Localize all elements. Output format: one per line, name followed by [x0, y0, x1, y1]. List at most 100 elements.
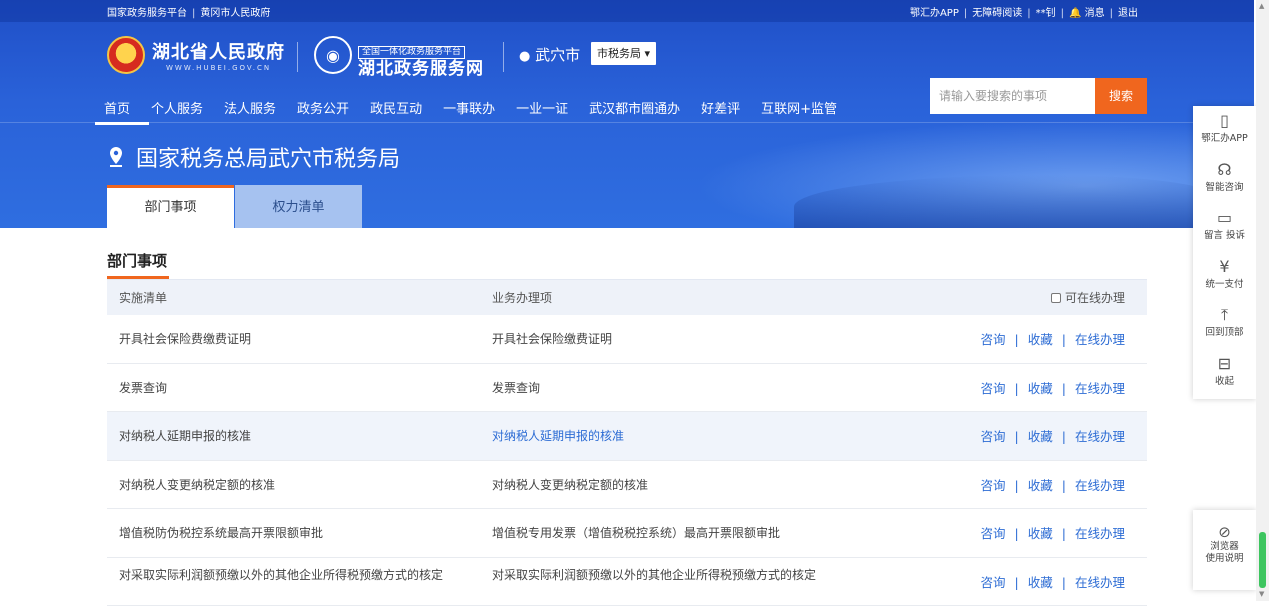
gov-name: 湖北省人民政府: [152, 38, 285, 64]
search-button[interactable]: 搜索: [1095, 78, 1147, 114]
row-list-name[interactable]: 增值税防伪税控系统最高开票限额审批: [107, 524, 492, 541]
online-handle-link[interactable]: 在线办理: [1075, 381, 1125, 396]
side-top-label: 回到顶部: [1205, 327, 1243, 338]
side-collapse[interactable]: ⊟ 收起: [1193, 349, 1256, 398]
national-platform-link[interactable]: 国家政务服务平台: [107, 8, 187, 19]
favorite-link[interactable]: 收藏: [1028, 526, 1053, 541]
online-handle-link[interactable]: 在线办理: [1075, 575, 1125, 590]
nav-evaluation[interactable]: 好差评: [701, 98, 740, 117]
nav-legal[interactable]: 法人服务: [224, 98, 276, 117]
nav-interaction[interactable]: 政民互动: [370, 98, 422, 117]
consult-link[interactable]: 咨询: [981, 381, 1006, 396]
favorite-link[interactable]: 收藏: [1028, 332, 1053, 347]
favorite-link[interactable]: 收藏: [1028, 575, 1053, 590]
table-body: 开具社会保险费缴费证明开具社会保险缴费证明咨询|收藏|在线办理发票查询发票查询咨…: [107, 315, 1147, 606]
row-item-name[interactable]: 对纳税人延期申报的核准: [492, 427, 932, 444]
nav-one-matter[interactable]: 一事联办: [443, 98, 495, 117]
row-list-name[interactable]: 发票查询: [107, 379, 492, 396]
favorite-link[interactable]: 收藏: [1028, 478, 1053, 493]
header-banner: 国家政务服务平台|黄冈市人民政府 鄂汇办APP|无障碍阅读|**钊|🔔 消息|退…: [0, 0, 1254, 228]
row-actions: 咨询|收藏|在线办理: [932, 572, 1147, 591]
side-app[interactable]: ▯鄂汇办APP: [1193, 106, 1256, 155]
section-title: 部门事项: [107, 250, 167, 271]
service-tag: 全国一体化政务服务平台: [358, 46, 465, 59]
dept-select-value: 市税务局: [597, 47, 641, 60]
nav-supervision[interactable]: 互联网+监管: [761, 98, 837, 117]
scrollbar-thumb[interactable]: [1259, 532, 1266, 588]
favorite-link[interactable]: 收藏: [1028, 429, 1053, 444]
side-pay-label: 统一支付: [1205, 279, 1243, 290]
table-row[interactable]: 对纳税人变更纳税定额的核准对纳税人变更纳税定额的核准咨询|收藏|在线办理: [107, 461, 1147, 510]
browser-guide-line2: 使用说明: [1193, 553, 1256, 565]
nav-personal[interactable]: 个人服务: [151, 98, 203, 117]
service-logo-icon[interactable]: ◉: [314, 36, 352, 74]
divider: [297, 42, 298, 72]
huanggang-gov-link[interactable]: 黄冈市人民政府: [200, 8, 270, 19]
favorite-link[interactable]: 收藏: [1028, 381, 1053, 396]
online-handle-link[interactable]: 在线办理: [1075, 332, 1125, 347]
table-row[interactable]: 开具社会保险费缴费证明开具社会保险缴费证明咨询|收藏|在线办理: [107, 315, 1147, 364]
consult-link[interactable]: 咨询: [981, 575, 1006, 590]
nav-wuhan-circle[interactable]: 武汉都市圈通办: [589, 98, 680, 117]
app-link[interactable]: 鄂汇办APP: [910, 8, 959, 19]
online-filter-label: 可在线办理: [1065, 291, 1125, 305]
page-scrollbar[interactable]: ▲ ▼: [1256, 0, 1269, 601]
row-item-name[interactable]: 增值税专用发票（增值税税控系统）最高开票限额审批: [492, 524, 932, 541]
nav-public[interactable]: 政务公开: [297, 98, 349, 117]
headset-icon: ☊: [1193, 161, 1256, 179]
bell-icon[interactable]: 🔔: [1069, 8, 1081, 19]
logout-link[interactable]: 退出: [1118, 8, 1138, 19]
collapse-icon: ⊟: [1193, 355, 1256, 373]
consult-link[interactable]: 咨询: [981, 429, 1006, 444]
nav-one-license[interactable]: 一业一证: [516, 98, 568, 117]
table-header: 实施清单 业务办理项 可在线办理: [107, 279, 1147, 315]
consult-link[interactable]: 咨询: [981, 478, 1006, 493]
row-item-name[interactable]: 对采取实际利润额预缴以外的其他企业所得税预缴方式的核定: [492, 561, 932, 601]
row-actions: 咨询|收藏|在线办理: [932, 523, 1147, 542]
tab-power-list[interactable]: 权力清单: [235, 185, 362, 228]
row-actions: 咨询|收藏|在线办理: [932, 378, 1147, 397]
online-checkbox[interactable]: [1051, 293, 1061, 303]
messages-link[interactable]: 消息: [1085, 8, 1105, 19]
online-handle-link[interactable]: 在线办理: [1075, 526, 1125, 541]
scroll-down-icon[interactable]: ▼: [1259, 590, 1264, 598]
user-name-link[interactable]: **钊: [1036, 8, 1056, 19]
side-collapse-label: 收起: [1215, 376, 1234, 387]
city-selector[interactable]: ● 武穴市: [519, 44, 580, 65]
browser-guide[interactable]: ⊘ 浏览器 使用说明: [1193, 510, 1256, 590]
row-item-name[interactable]: 开具社会保险缴费证明: [492, 330, 932, 347]
side-top[interactable]: ⤒回到顶部: [1193, 300, 1256, 349]
table-row[interactable]: 发票查询发票查询咨询|收藏|在线办理: [107, 364, 1147, 413]
main-nav: 首页 个人服务 法人服务 政务公开 政民互动 一事联办 一业一证 武汉都市圈通办…: [104, 98, 858, 117]
row-list-name[interactable]: 开具社会保险费缴费证明: [107, 330, 492, 347]
online-handle-link[interactable]: 在线办理: [1075, 478, 1125, 493]
consult-link[interactable]: 咨询: [981, 526, 1006, 541]
header-list: 实施清单: [107, 289, 492, 306]
row-item-name[interactable]: 对纳税人变更纳税定额的核准: [492, 476, 932, 493]
row-item-name[interactable]: 发票查询: [492, 379, 932, 396]
side-pay[interactable]: ¥统一支付: [1193, 252, 1256, 301]
dept-title-text: 国家税务总局武穴市税务局: [136, 141, 400, 173]
nav-home[interactable]: 首页: [104, 98, 130, 117]
consult-link[interactable]: 咨询: [981, 332, 1006, 347]
dept-select[interactable]: 市税务局 ▾: [591, 42, 656, 65]
row-list-name[interactable]: 对纳税人延期申报的核准: [107, 427, 492, 444]
side-consult[interactable]: ☊智能咨询: [1193, 155, 1256, 204]
accessibility-link[interactable]: 无障碍阅读: [972, 8, 1022, 19]
row-list-name[interactable]: 对纳税人变更纳税定额的核准: [107, 476, 492, 493]
phone-icon: ▯: [1193, 112, 1256, 130]
row-list-name[interactable]: 对采取实际利润额预缴以外的其他企业所得税预缴方式的核定: [107, 561, 492, 601]
table-row[interactable]: 对纳税人延期申报的核准对纳税人延期申报的核准咨询|收藏|在线办理: [107, 412, 1147, 461]
table-row[interactable]: 对采取实际利润额预缴以外的其他企业所得税预缴方式的核定对采取实际利润额预缴以外的…: [107, 558, 1147, 606]
search-input[interactable]: 请输入要搜索的事项: [930, 78, 1095, 114]
side-message[interactable]: ▭留言 投诉: [1193, 203, 1256, 252]
hubei-gov-logo[interactable]: 湖北省人民政府 WWW.HUBEI.GOV.CN: [152, 38, 285, 72]
online-handle-link[interactable]: 在线办理: [1075, 429, 1125, 444]
location-pin-icon: ●: [519, 49, 530, 64]
online-filter[interactable]: 可在线办理: [932, 289, 1147, 306]
scroll-up-icon[interactable]: ▲: [1259, 2, 1264, 10]
national-emblem-icon[interactable]: [107, 36, 145, 74]
service-logo[interactable]: 全国一体化政务服务平台 湖北政务服务网: [358, 39, 484, 79]
tab-dept-items[interactable]: 部门事项: [107, 185, 234, 228]
table-row[interactable]: 增值税防伪税控系统最高开票限额审批增值税专用发票（增值税税控系统）最高开票限额审…: [107, 509, 1147, 558]
